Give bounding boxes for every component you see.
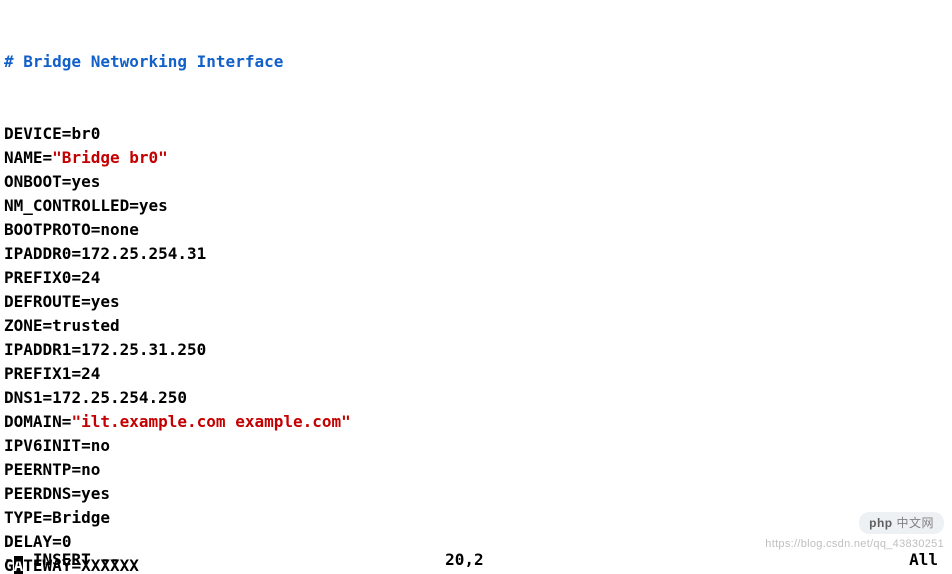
vim-scroll-indicator: All bbox=[909, 548, 938, 572]
config-line: ZONE=trusted bbox=[4, 314, 948, 338]
config-line: NM_CONTROLLED=yes bbox=[4, 194, 948, 218]
config-line: PREFIX0=24 bbox=[4, 266, 948, 290]
vim-cursor-position: 20,2 bbox=[445, 548, 484, 572]
config-line: TYPE=Bridge bbox=[4, 506, 948, 530]
comment-line: # Bridge Networking Interface bbox=[4, 50, 948, 74]
config-line: DNS1=172.25.254.250 bbox=[4, 386, 948, 410]
config-line: BOOTPROTO=none bbox=[4, 218, 948, 242]
config-line: PEERDNS=yes bbox=[4, 482, 948, 506]
config-line: DOMAIN="ilt.example.com example.com" bbox=[4, 410, 948, 434]
config-line: NAME="Bridge br0" bbox=[4, 146, 948, 170]
vim-mode: -- INSERT -- bbox=[4, 548, 120, 572]
config-line: PEERNTP=no bbox=[4, 458, 948, 482]
config-line: DEFROUTE=yes bbox=[4, 290, 948, 314]
config-line: IPADDR1=172.25.31.250 bbox=[4, 338, 948, 362]
vim-editor[interactable]: # Bridge Networking Interface DEVICE=br0… bbox=[0, 0, 952, 574]
config-line: ONBOOT=yes bbox=[4, 170, 948, 194]
vim-status-bar: -- INSERT -- 20,2 All bbox=[4, 548, 948, 572]
config-line: PREFIX1=24 bbox=[4, 362, 948, 386]
config-lines: DEVICE=br0NAME="Bridge br0"ONBOOT=yesNM_… bbox=[4, 122, 948, 574]
config-line: IPADDR0=172.25.254.31 bbox=[4, 242, 948, 266]
config-line: IPV6INIT=no bbox=[4, 434, 948, 458]
config-line: DEVICE=br0 bbox=[4, 122, 948, 146]
